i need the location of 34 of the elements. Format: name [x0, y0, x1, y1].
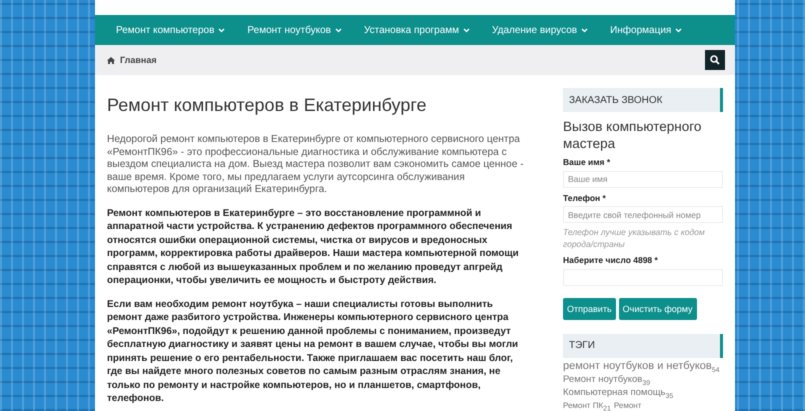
field-hint: Телефон лучше указывать с кодом города/страны: [563, 226, 706, 250]
tag-link[interactable]: Ремонт ПК$_{21}$: [563, 400, 611, 410]
chevron-down-icon: [463, 28, 470, 32]
chevron-down-icon: [675, 28, 682, 32]
nav-menu-item[interactable]: Установка программ: [352, 24, 482, 36]
article-paragraph: Ремонт компьютеров в Екатеринбурге – это восстановление программной и аппаратной части устройства. К устранению дефектов программного обеспечения относятся ошибки операционной системы, чистка от вирусов и вредоносных программ, корректировка работы драйверов. Наши мастера компьютерной помощи справятся с любой из вышеуказанных проблем и по желанию проведут апгрейд операционки, чтобы увеличить ее мощность и быстроту действия.: [107, 206, 520, 288]
widget-header: ЗАКАЗАТЬ ЗВОНОК: [563, 88, 723, 112]
home-icon: [107, 56, 115, 64]
search-icon: [710, 55, 720, 65]
chevron-down-icon: [218, 28, 226, 32]
breadcrumb-link[interactable]: Главная: [107, 55, 157, 65]
chevron-down-icon: [581, 28, 588, 32]
article-paragraph: Если вам необходим ремонт ноутбука – наши специалисты готовы выполнить ремонт даже разбитого устройства. Инженеры компьютерного сервисного центра «РемонтПК96», подойдут к решению данной проблемы с пониманием, произведут бесплатную диагностику и заявят цены на ремонт в вашем случае, чтобы вы могли принять решение о его рентабельности. Также приглашаем вас посетить наш блог, где вы найдете много полезных советов по самым разным отраслям знания, не только по ремонту и настройке компьютеров, но и планшетов, смартфонов, телефонов.: [107, 298, 520, 406]
tag-link[interactable]: ремонт ноутбуков и нетбуков$_{54}$: [563, 360, 720, 372]
tag-link[interactable]: Компьютерная помощь$_{35}$: [563, 386, 674, 398]
search-button[interactable]: [705, 50, 725, 70]
article-paragraph: Недорогой ремонт компьютеров в Екатеринбурге от компьютерного сервисного центра «РемонтПК96» - это профессиональные диагностика и обслуживание компьютера с выездом специалиста на дом. Выезд мастера позволит вам сэкономить самое ценное - ваше время. Кроме того, мы предлагаем услуги аутсорсинга обслуживания компьютеров для организаций Екатеринбурга.: [107, 134, 525, 197]
form-button[interactable]: Очистить форму: [618, 298, 697, 320]
nav-menu-item[interactable]: Информация: [599, 24, 694, 36]
input-field[interactable]: Ваше имя: [563, 170, 723, 188]
nav-menu-item[interactable]: Ремонт компьютеров: [105, 24, 236, 36]
field-label: Ваше имя *: [563, 157, 612, 167]
nav-menu-item[interactable]: Удаление вирусов: [481, 24, 600, 36]
field-label: Наберите число 4898 *: [563, 255, 659, 265]
page-title: Ремонт компьютеров в Екатеринбурге: [107, 95, 428, 116]
chevron-down-icon: [334, 28, 342, 32]
nav-menu-item[interactable]: Ремонт ноутбуков: [236, 24, 353, 36]
tag-link[interactable]: Ремонт: [614, 400, 642, 410]
form-title: Вызов компьютерного мастера: [563, 118, 702, 152]
widget-header: ТЭГИ: [563, 334, 723, 358]
form-button[interactable]: Отправить: [563, 298, 616, 320]
tag-link[interactable]: Ремонт ноутбуков$_{39}$: [563, 374, 650, 384]
input-field[interactable]: Введите свой телефонный номер: [563, 206, 723, 223]
field-label: Телефон *: [563, 192, 607, 202]
